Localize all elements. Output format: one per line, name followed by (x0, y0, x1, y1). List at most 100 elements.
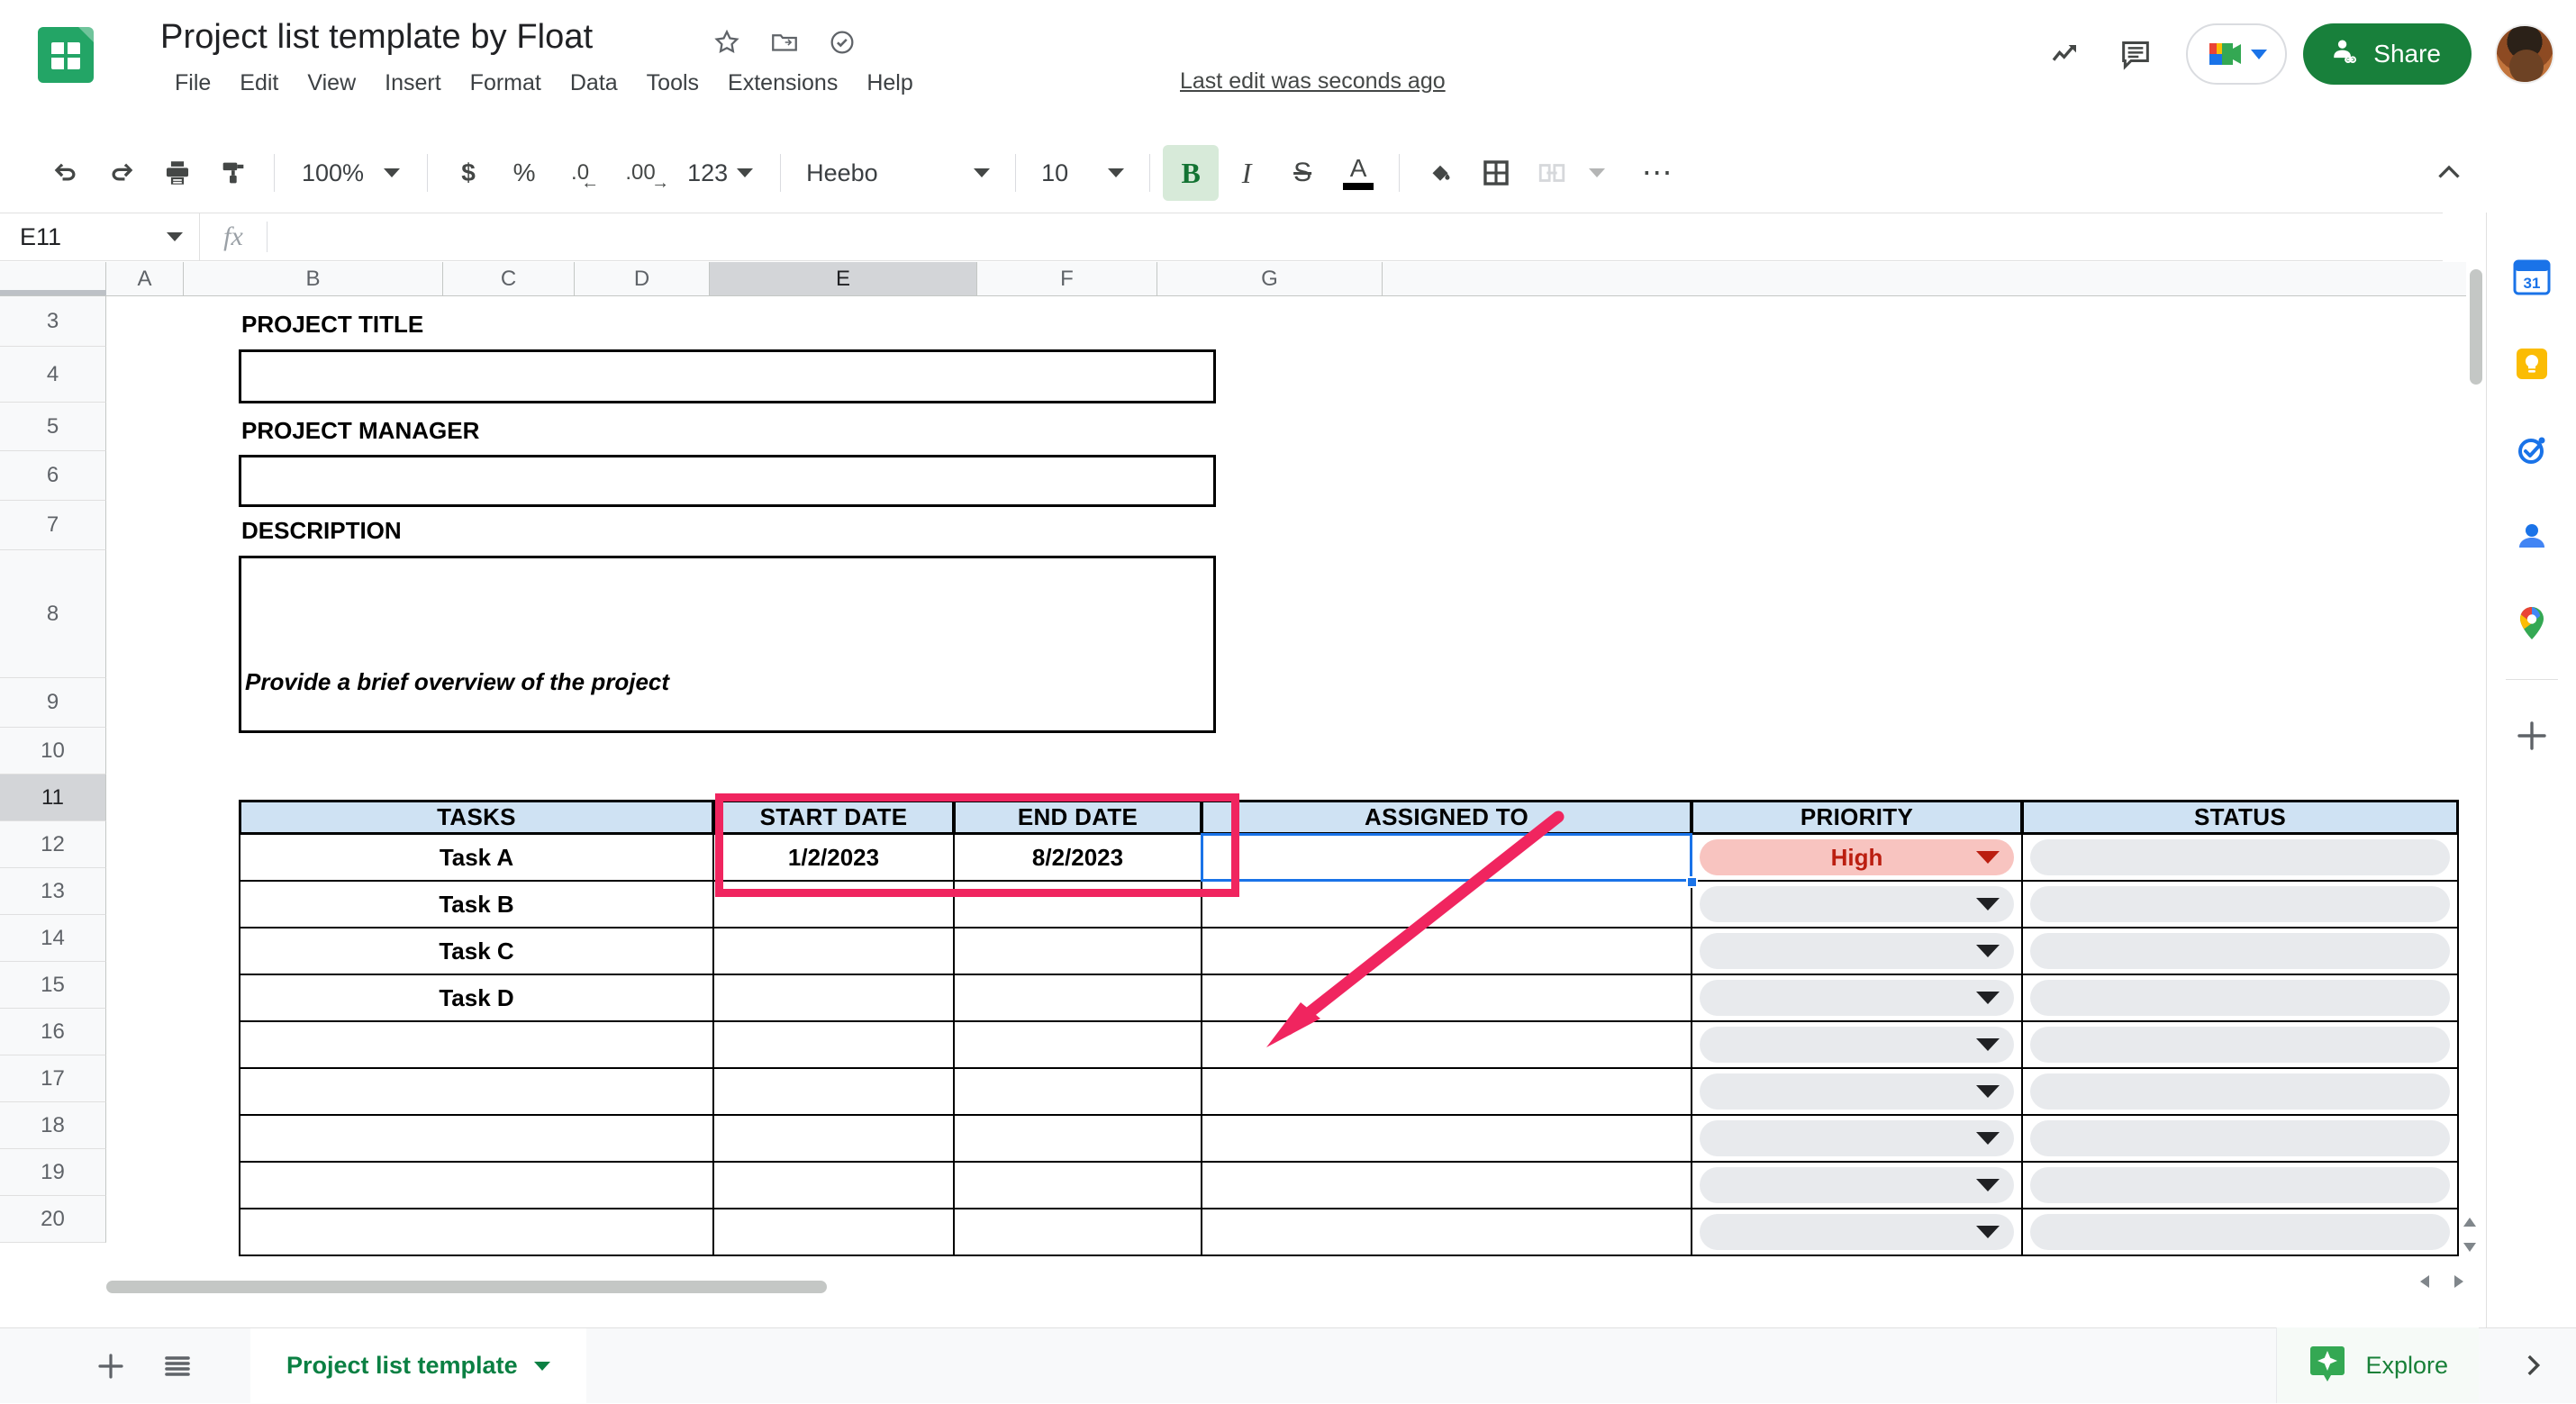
column-header-e[interactable]: E (710, 262, 977, 296)
column-header-c[interactable]: C (443, 262, 575, 296)
table-header-assigned-to[interactable]: ASSIGNED TO (1201, 800, 1692, 835)
google-calendar-icon[interactable]: 31 (2487, 234, 2576, 321)
priority-chip-empty[interactable] (1700, 1073, 2014, 1110)
table-row[interactable] (712, 880, 955, 928)
move-to-folder-icon[interactable] (769, 27, 800, 58)
italic-button[interactable]: I (1219, 145, 1274, 201)
scroll-up-button[interactable] (2455, 1210, 2484, 1234)
strikethrough-button[interactable]: S (1274, 145, 1330, 201)
table-row[interactable] (712, 927, 955, 975)
table-row[interactable]: Task A (239, 833, 714, 882)
table-row[interactable] (712, 1114, 955, 1163)
table-row[interactable]: 8/2/2023 (953, 833, 1202, 882)
table-row[interactable] (1201, 1114, 1692, 1163)
table-row[interactable] (1201, 1161, 1692, 1209)
row-header-15[interactable]: 15 (0, 962, 106, 1009)
table-row[interactable] (1201, 1020, 1692, 1069)
name-box[interactable]: E11 (0, 213, 200, 261)
explore-button[interactable]: Explore (2276, 1327, 2479, 1403)
status-chip-empty[interactable] (2030, 1214, 2450, 1250)
avatar[interactable] (2495, 24, 2554, 84)
row-header-19[interactable]: 19 (0, 1149, 106, 1196)
table-row[interactable] (239, 1208, 714, 1256)
table-row[interactable] (1201, 1067, 1692, 1116)
star-icon[interactable] (712, 27, 742, 58)
table-row[interactable]: Task D (239, 974, 714, 1022)
table-row[interactable]: Task C (239, 927, 714, 975)
table-row[interactable] (953, 1114, 1202, 1163)
horizontal-scroll-thumb[interactable] (106, 1281, 827, 1293)
row-header-10[interactable]: 10 (0, 728, 106, 774)
last-edit-status[interactable]: Last edit was seconds ago (1180, 68, 1446, 95)
scroll-right-button[interactable] (2444, 1270, 2473, 1293)
redo-icon[interactable] (94, 145, 150, 201)
status-chip-empty[interactable] (2030, 1027, 2450, 1063)
table-row[interactable] (953, 1161, 1202, 1209)
table-row[interactable] (953, 974, 1202, 1022)
table-row[interactable] (712, 1208, 955, 1256)
merge-options-dropdown[interactable] (1580, 145, 1614, 201)
vertical-scrollbar[interactable] (2466, 262, 2486, 1266)
status-chip-empty[interactable] (2030, 1167, 2450, 1203)
google-tasks-icon[interactable] (2487, 407, 2576, 494)
table-row[interactable] (712, 1161, 955, 1209)
table-row[interactable] (1201, 833, 1692, 882)
table-header-end-date[interactable]: END DATE (953, 800, 1202, 835)
text-color-button[interactable]: A (1330, 145, 1386, 201)
row-header-17[interactable]: 17 (0, 1055, 106, 1102)
table-row[interactable] (1201, 880, 1692, 928)
priority-chip-empty[interactable] (1700, 886, 2014, 922)
table-header-status[interactable]: STATUS (2021, 800, 2459, 835)
column-header-a[interactable]: A (106, 262, 184, 296)
menu-tools[interactable]: Tools (632, 65, 713, 102)
menu-insert[interactable]: Insert (370, 65, 456, 102)
table-row[interactable]: 1/2/2023 (712, 833, 955, 882)
priority-chip-empty[interactable] (1700, 1120, 2014, 1156)
row-header-12[interactable]: 12 (0, 821, 106, 868)
currency-format-button[interactable]: $ (440, 145, 496, 201)
row-header-14[interactable]: 14 (0, 915, 106, 962)
print-icon[interactable] (150, 145, 205, 201)
priority-chip-empty[interactable] (1700, 1214, 2014, 1250)
borders-icon[interactable] (1468, 145, 1524, 201)
paint-format-icon[interactable] (205, 145, 261, 201)
table-row[interactable] (1201, 974, 1692, 1022)
scroll-down-button[interactable] (2455, 1236, 2484, 1259)
zoom-level-dropdown[interactable]: 100% (287, 145, 414, 201)
column-header-g[interactable]: G (1157, 262, 1383, 296)
menu-edit[interactable]: Edit (225, 65, 293, 102)
table-row[interactable] (712, 974, 955, 1022)
column-header-d[interactable]: D (575, 262, 710, 296)
table-header-start-date[interactable]: START DATE (712, 800, 955, 835)
row-header-8[interactable]: 8 (0, 550, 106, 678)
table-row[interactable] (239, 1114, 714, 1163)
menu-data[interactable]: Data (556, 65, 632, 102)
status-chip-empty[interactable] (2030, 933, 2450, 969)
table-row[interactable] (953, 1067, 1202, 1116)
bold-button[interactable]: B (1163, 145, 1219, 201)
row-header-18[interactable]: 18 (0, 1102, 106, 1149)
menu-file[interactable]: File (160, 65, 225, 102)
formula-input[interactable] (268, 213, 2443, 261)
more-formats-dropdown[interactable]: 123 (673, 145, 767, 201)
table-row[interactable] (239, 1161, 714, 1209)
table-row[interactable] (953, 1020, 1202, 1069)
project-manager-input[interactable] (239, 455, 1216, 507)
row-header-9[interactable]: 9 (0, 678, 106, 728)
priority-chip-empty[interactable] (1700, 1027, 2014, 1063)
menu-extensions[interactable]: Extensions (713, 65, 852, 102)
row-header-3[interactable]: 3 (0, 296, 106, 347)
percent-format-button[interactable]: % (496, 145, 552, 201)
priority-chip-empty[interactable] (1700, 1167, 2014, 1203)
row-header-20[interactable]: 20 (0, 1196, 106, 1243)
row-header-13[interactable]: 13 (0, 868, 106, 915)
priority-chip-empty[interactable] (1700, 980, 2014, 1016)
more-options-icon[interactable]: ⋯ (1630, 145, 1686, 201)
expand-panel-chevron-right-icon[interactable] (2506, 1340, 2560, 1390)
project-title-input[interactable] (239, 349, 1216, 403)
sheet-tab-project-list-template[interactable]: Project list template (250, 1328, 586, 1404)
google-maps-icon[interactable] (2487, 580, 2576, 666)
google-contacts-icon[interactable] (2487, 494, 2576, 580)
increase-decimal-button[interactable]: .00 → (608, 145, 673, 201)
page-title[interactable]: Project list template by Float (160, 18, 593, 57)
